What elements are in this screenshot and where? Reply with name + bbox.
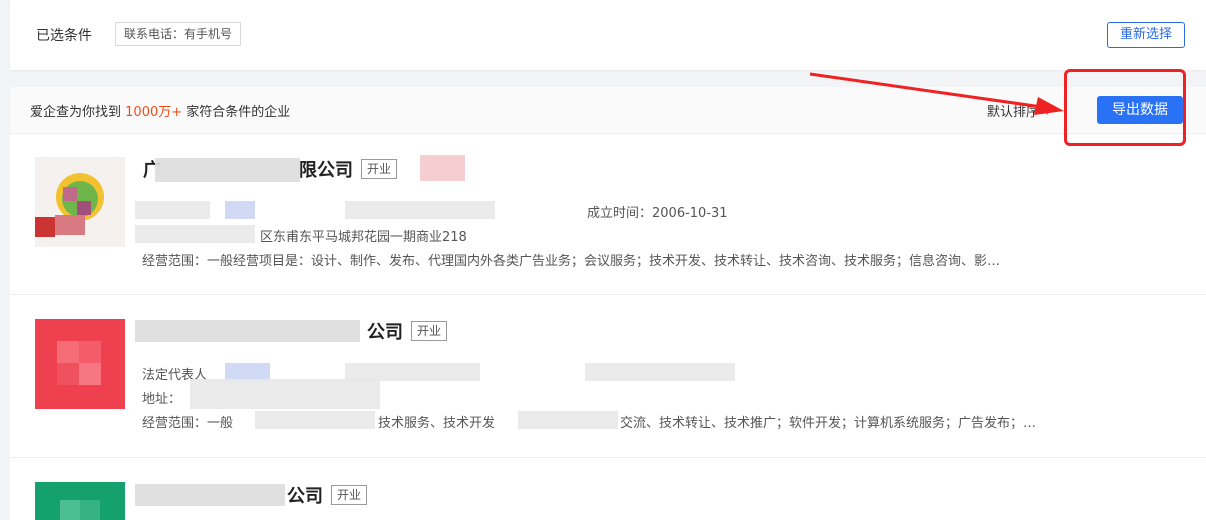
annotation-highlight-box (1064, 69, 1186, 146)
annotation-arrow-icon (809, 72, 1064, 115)
